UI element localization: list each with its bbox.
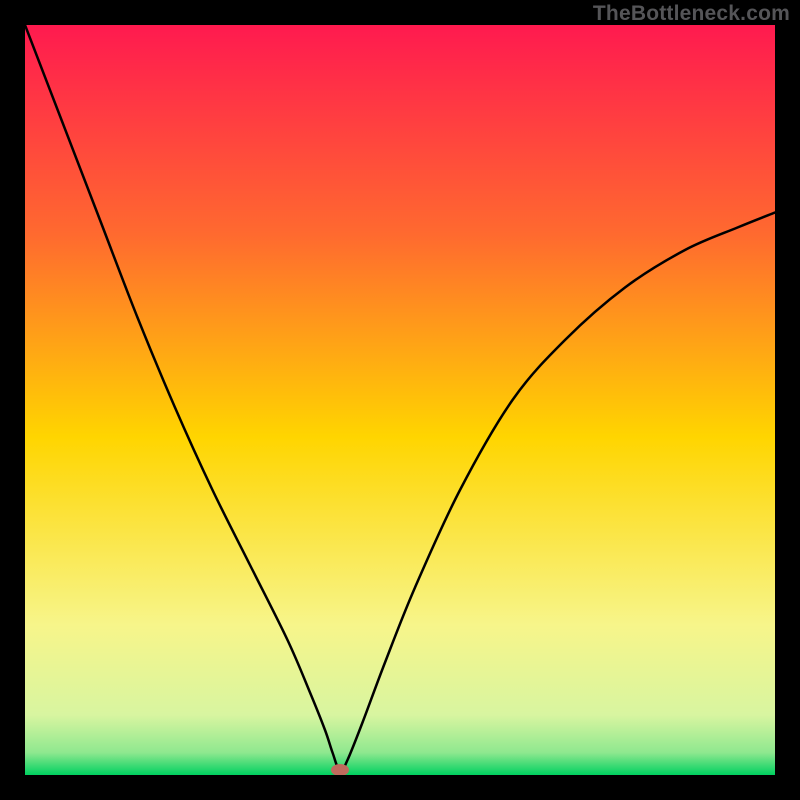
chart-frame: TheBottleneck.com	[0, 0, 800, 800]
gradient-background	[25, 25, 775, 775]
watermark-label: TheBottleneck.com	[593, 2, 790, 26]
bottleneck-chart	[25, 25, 775, 775]
plot-area	[25, 25, 775, 775]
